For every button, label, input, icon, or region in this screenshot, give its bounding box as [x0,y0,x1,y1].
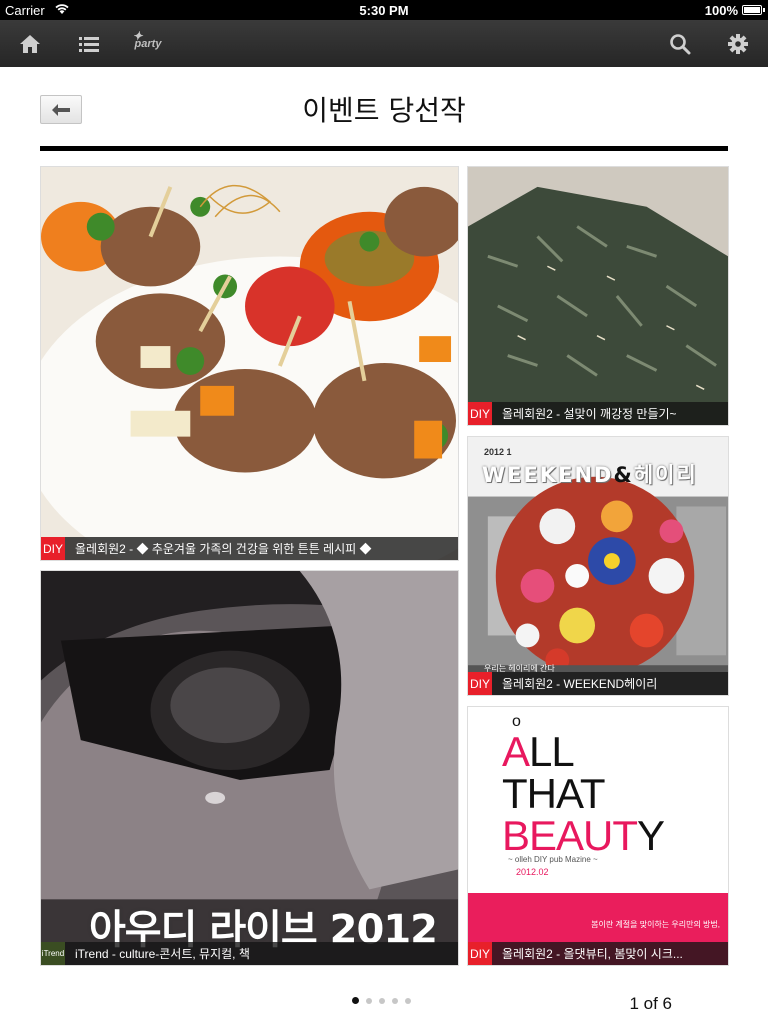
tile-caption-text: 올레회원2 - 올댓뷰티, 봄맞이 시크... [502,947,683,961]
battery-percent: 100% [704,3,738,18]
settings-icon[interactable] [724,30,752,58]
event-tile-all-that-beauty[interactable]: o ALL THAT BEAUTY ~ olleh DIY pub Mazine… [467,706,729,966]
list-icon[interactable] [75,30,103,58]
beauty-title-ll: LL [529,728,575,775]
weekend-title-amp: & [613,463,634,487]
page-dot[interactable] [366,997,372,1004]
weekend-title-place: 헤이리 [633,463,698,487]
party-logo[interactable]: ✦ party [126,29,170,58]
page-dot[interactable] [392,997,398,1004]
tile-caption-text: 올레회원2 - 설맞이 깨강정 만들기~ [502,407,677,421]
beauty-subtitle: ~ olleh DIY pub Mazine ~ [508,855,598,864]
tile-caption: iTrend iTrend - culture-콘서트, 뮤지컬, 책 [41,942,458,965]
tile-caption: DIY 올레회원2 - WEEKEND헤이리 [468,672,728,695]
event-tile-sesame-snack[interactable]: DIY 올레회원2 - 설맞이 깨강정 만들기~ [467,166,729,426]
recipe-photo [41,167,458,560]
weekend-title: WEEKEND&헤이리 [482,459,698,489]
tile-caption: DIY 올레회원2 - 설맞이 깨강정 만들기~ [468,402,728,425]
page-title: 이벤트 당선작 [302,94,466,127]
beauty-title-y: Y [637,812,665,859]
weekend-issue-date: 2012 1 [484,447,512,457]
page-dot[interactable] [352,997,359,1004]
tile-caption: DIY 올레회원2 - 올댓뷰티, 봄맞이 시크... [468,942,728,965]
beauty-title-a: A [502,728,530,775]
top-navbar: ✦ party [0,20,768,67]
title-divider [40,146,728,151]
tile-badge: iTrend [41,942,65,965]
beauty-date: 2012.02 [516,867,549,877]
tile-badge: DIY [468,672,492,695]
beauty-title-beaut: BEAUT [502,812,638,859]
battery-icon [742,5,765,15]
tile-caption: DIY 올레회원2 - ◆ 추운겨울 가족의 건강을 위한 튼튼 레시피 ◆ [41,537,458,560]
tile-caption-text: 올레회원2 - WEEKEND헤이리 [502,677,658,691]
page-count: 1 of 6 [629,994,672,1013]
beauty-title-line3: BEAUTY [502,812,665,859]
weekend-title-word: WEEKEND [482,463,614,487]
event-tile-weekend-heyri[interactable]: 2012 1 WEEKEND&헤이리 우리는 헤이리에 간다 DIY 올레회원2… [467,436,729,696]
tile-badge: DIY [468,942,492,965]
tile-badge: DIY [468,402,492,425]
tile-caption-text: 올레회원2 - ◆ 추운겨울 가족의 건강을 위한 튼튼 레시피 ◆ [75,542,372,556]
page-indicator[interactable] [352,997,411,1004]
beauty-band-text: 봄이란 계절을 맞이하는 우리만의 방법, [591,920,720,929]
page-dot[interactable] [405,997,411,1004]
tile-caption-text: iTrend - culture-콘서트, 뮤지컬, 책 [75,947,250,961]
beauty-title-line2: THAT [502,770,606,817]
status-time: 5:30 PM [359,3,409,18]
event-tile-audi-live[interactable]: 아우디 라이브 2012 iTrend iTrend - culture-콘서트… [40,570,459,966]
tile-badge: DIY [41,537,65,560]
home-icon[interactable] [16,30,44,58]
sesame-snack-photo [468,167,728,425]
page-dot[interactable] [379,997,385,1004]
beauty-title-line1: ALL [502,728,575,775]
event-tile-recipe[interactable]: DIY 올레회원2 - ◆ 추운겨울 가족의 건강을 위한 튼튼 레시피 ◆ [40,166,459,561]
status-bar: Carrier 5:30 PM 100% [0,0,768,20]
search-icon[interactable] [666,30,694,58]
